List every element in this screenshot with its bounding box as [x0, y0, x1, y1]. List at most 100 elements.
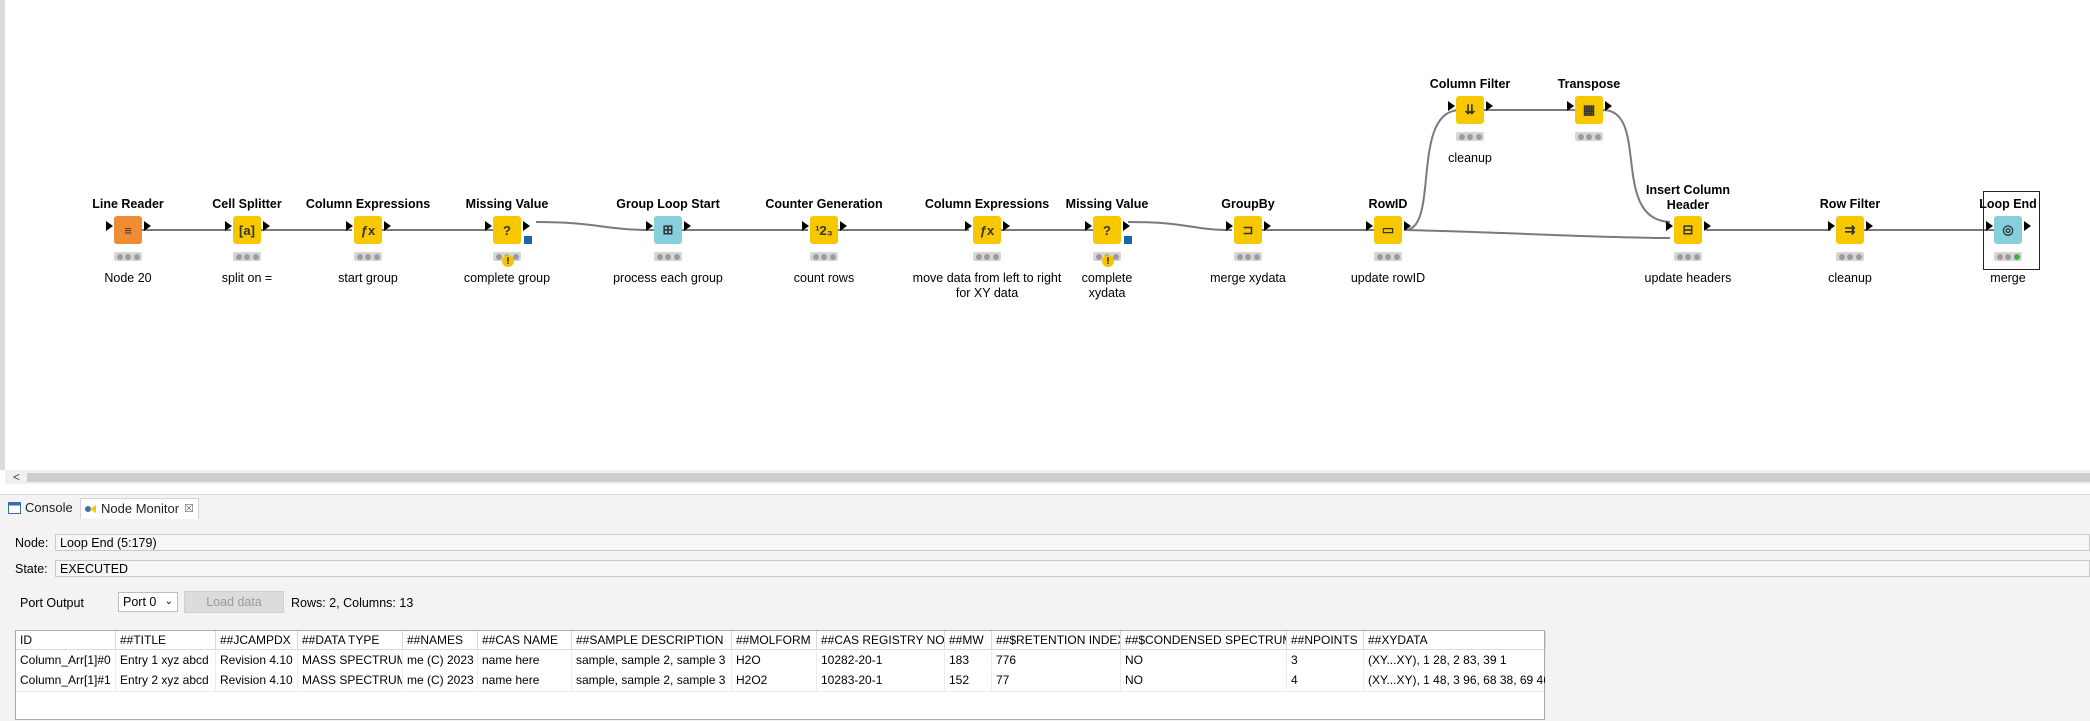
input-port[interactable]: [1828, 221, 1835, 231]
table-cell: name here: [478, 671, 572, 690]
input-port[interactable]: [965, 221, 972, 231]
status-light-yellow: [365, 253, 371, 260]
scroll-left-icon[interactable]: <: [13, 470, 20, 484]
status-light-green: [829, 253, 836, 260]
status-light-red: [1676, 253, 1683, 260]
counter-generation-icon[interactable]: ¹2₃: [810, 216, 838, 244]
output-port[interactable]: [1264, 221, 1271, 231]
column-expressions-icon[interactable]: ƒx: [354, 216, 382, 244]
transpose-icon[interactable]: ▦: [1575, 96, 1603, 124]
cell-splitter-icon[interactable]: [a]: [233, 216, 261, 244]
load-data-button[interactable]: Load data: [184, 591, 284, 613]
tab-console[interactable]: Console: [8, 498, 73, 518]
node-monitor-icon: [85, 505, 96, 513]
port-select[interactable]: Port 0 ⌄: [118, 592, 178, 612]
table-cell: 183: [945, 651, 992, 670]
column-header[interactable]: ##MW: [945, 631, 992, 650]
groupby-icon[interactable]: ⊐: [1234, 216, 1262, 244]
data-table[interactable]: ID ##TITLE ##JCAMPDX ##DATA TYPE ##NAMES ##CA…: [15, 630, 1546, 720]
status-light-yellow: [244, 253, 250, 260]
output-port[interactable]: [523, 221, 530, 231]
column-header[interactable]: ##$RETENTION INDEX: [992, 631, 1121, 650]
output-port[interactable]: [384, 221, 391, 231]
input-port[interactable]: [1567, 101, 1574, 111]
table-cell: MASS SPECTRUM: [298, 651, 403, 670]
node-title: Group Loop Start: [616, 197, 720, 211]
input-port[interactable]: [646, 221, 653, 231]
status-light-yellow: [1467, 133, 1473, 140]
line-reader-icon[interactable]: ≡: [114, 216, 142, 244]
output-port[interactable]: [144, 221, 151, 231]
close-tab-icon[interactable]: ☒: [184, 499, 194, 519]
column-filter-icon[interactable]: ⇊: [1456, 96, 1484, 124]
insert-column-header-icon[interactable]: ⊟: [1674, 216, 1702, 244]
table-cell: NO: [1121, 671, 1287, 690]
input-port[interactable]: [346, 221, 353, 231]
status-light-green: [252, 253, 259, 260]
input-port[interactable]: [1366, 221, 1373, 231]
status-indicator: [973, 252, 1001, 261]
output-port[interactable]: [263, 221, 270, 231]
column-header[interactable]: ##TITLE: [116, 631, 216, 650]
status-indicator: [354, 252, 382, 261]
output-port[interactable]: [1003, 221, 1010, 231]
flow-variable-port[interactable]: [1124, 236, 1132, 244]
flow-variable-port[interactable]: [524, 236, 532, 244]
missing-value-icon[interactable]: ?: [1093, 216, 1121, 244]
column-header[interactable]: ID: [16, 631, 116, 650]
table-cell: Revision 4.10: [216, 671, 298, 690]
column-header[interactable]: ##DATA TYPE: [298, 631, 403, 650]
node-label: count rows: [793, 271, 855, 285]
status-indicator: [1374, 252, 1402, 261]
input-port[interactable]: [1666, 221, 1673, 231]
column-header[interactable]: ##NAMES: [403, 631, 478, 650]
group-loop-start-icon[interactable]: ⊞: [654, 216, 682, 244]
output-port[interactable]: [1486, 101, 1493, 111]
node-label: complete xydata: [1081, 271, 1133, 300]
column-header[interactable]: ##XYDATA: [1364, 631, 1546, 650]
table-row[interactable]: Column_Arr[1]#1 Entry 2 xyz abcd Revision …: [16, 671, 1546, 690]
column-header[interactable]: ##$CONDENSED SPECTRUM: [1121, 631, 1287, 650]
scrollbar-thumb[interactable]: [27, 473, 2090, 482]
status-indicator: [1234, 252, 1262, 261]
output-port[interactable]: [684, 221, 691, 231]
row-filter-icon[interactable]: ⇉: [1836, 216, 1864, 244]
input-port[interactable]: [802, 221, 809, 231]
output-port[interactable]: [1866, 221, 1873, 231]
status-indicator: [810, 252, 838, 261]
output-port[interactable]: [1704, 221, 1711, 231]
canvas-horizontal-scrollbar[interactable]: <: [5, 470, 2090, 484]
warning-icon: !: [502, 255, 514, 267]
column-header[interactable]: ##MOLFORM: [732, 631, 817, 650]
column-expressions-icon[interactable]: ƒx: [973, 216, 1001, 244]
input-port[interactable]: [1226, 221, 1233, 231]
node-title: Row Filter: [1819, 197, 1881, 211]
tab-node-monitor[interactable]: Node Monitor ☒: [80, 498, 199, 519]
output-port[interactable]: [1404, 221, 1411, 231]
column-header[interactable]: ##CAS NAME: [478, 631, 572, 650]
status-indicator: [233, 252, 261, 261]
table-row[interactable]: Column_Arr[1]#0 Entry 1 xyz abcd Revision …: [16, 651, 1546, 670]
status-light-green: [1693, 253, 1700, 260]
port-output-label: Port Output: [20, 596, 84, 610]
input-port[interactable]: [485, 221, 492, 231]
column-header[interactable]: ##JCAMPDX: [216, 631, 298, 650]
input-port[interactable]: [106, 221, 113, 231]
column-header[interactable]: ##NPOINTS: [1287, 631, 1364, 650]
status-light-green: [1855, 253, 1862, 260]
output-port[interactable]: [1605, 101, 1612, 111]
input-port[interactable]: [225, 221, 232, 231]
input-port[interactable]: [1448, 101, 1455, 111]
input-port[interactable]: [1085, 221, 1092, 231]
output-port[interactable]: [1123, 221, 1130, 231]
column-header[interactable]: ##SAMPLE DESCRIPTION: [572, 631, 732, 650]
table-cell: 3: [1287, 651, 1364, 670]
rowid-icon[interactable]: ▭: [1374, 216, 1402, 244]
column-header[interactable]: ##CAS REGISTRY NO: [817, 631, 945, 650]
missing-value-icon[interactable]: ?: [493, 216, 521, 244]
node-label: process each group: [613, 271, 723, 285]
output-port[interactable]: [840, 221, 847, 231]
console-icon: [8, 502, 21, 514]
workflow-canvas[interactable]: Line Reader ≡ Node 20 Cell Splitter [a]: [0, 0, 2090, 470]
status-light-red: [975, 253, 982, 260]
